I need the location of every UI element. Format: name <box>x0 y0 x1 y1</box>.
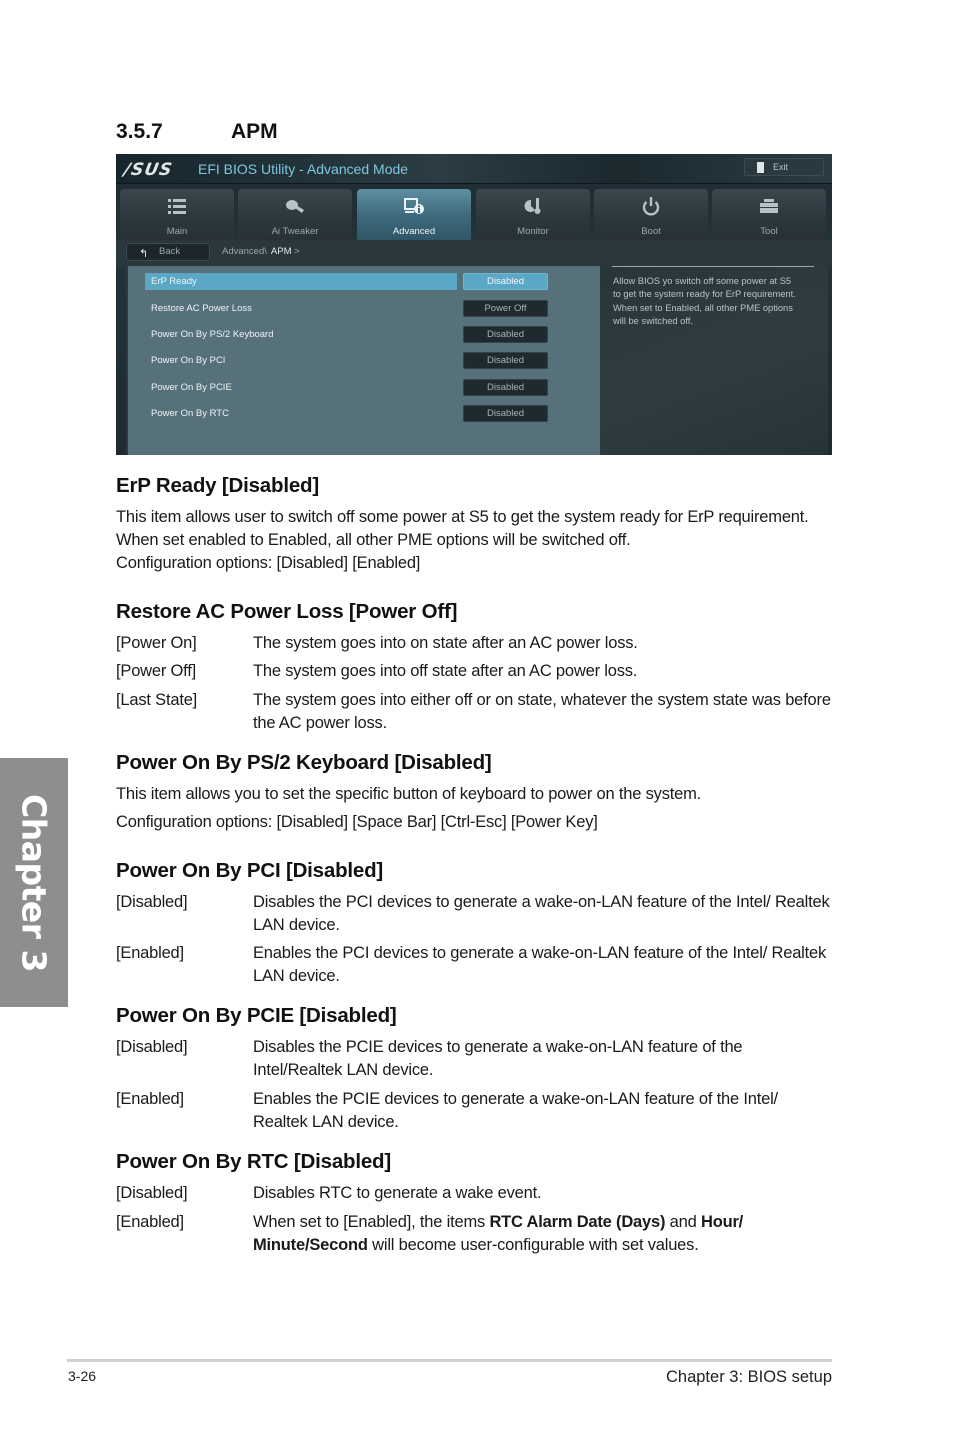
setting-value[interactable]: Disabled <box>463 326 548 343</box>
setting-label: Power On By PCIE <box>151 382 232 393</box>
tab-label: Tool <box>760 226 778 237</box>
exit-button[interactable]: Exit <box>744 158 824 176</box>
tab-advanced[interactable]: Advanced <box>357 189 471 240</box>
back-label: Back <box>159 246 181 257</box>
tab-ai-tweaker[interactable]: Ai Tweaker <box>238 189 352 240</box>
setting-value[interactable]: Disabled <box>463 379 548 396</box>
heading-restore-ac-power-loss: Restore AC Power Loss [Power Off] <box>116 600 458 623</box>
desc-text: When set to [Enabled], the items <box>253 1213 490 1231</box>
exit-label: Exit <box>773 162 789 172</box>
desc-text: will become user-configurable with set v… <box>367 1236 699 1254</box>
section-title: 3.5.7 APM <box>116 120 278 144</box>
settings-panel: ErP Ready Disabled Restore AC Power Loss… <box>126 266 600 455</box>
option-desc: The system goes into off state after an … <box>253 662 638 680</box>
breadcrumb-path[interactable]: Advanced\ <box>222 246 267 257</box>
option-key: [Enabled] <box>116 1213 184 1231</box>
option-key: [Disabled] <box>116 893 188 911</box>
tab-boot[interactable]: Boot <box>594 189 708 240</box>
heading-erp-ready: ErP Ready [Disabled] <box>116 474 319 497</box>
option-key: [Disabled] <box>116 1184 188 1202</box>
option-key: [Power Off] <box>116 662 197 680</box>
tab-label: Monitor <box>517 226 549 237</box>
option-desc: The system goes into either off or on st… <box>253 691 831 732</box>
heading-power-on-pci: Power On By PCI [Disabled] <box>116 859 384 882</box>
chapter-side-tab: Chapter 3 <box>0 758 68 1007</box>
help-text: Allow BIOS yo switch off some power at S… <box>613 276 796 326</box>
section-name: APM <box>231 120 278 143</box>
heading-power-on-rtc: Power On By RTC [Disabled] <box>116 1150 392 1173</box>
option-desc: Enables the PCIE devices to generate a w… <box>253 1090 778 1131</box>
tab-label: Boot <box>641 226 661 237</box>
desc-text: and <box>665 1213 701 1231</box>
power-icon <box>642 197 660 216</box>
back-arrow-icon: ↰ <box>139 248 149 260</box>
section-number: 3.5.7 <box>116 120 163 143</box>
setting-power-on-pcie[interactable]: Power On By PCIE Disabled <box>145 379 591 396</box>
option-key: [Enabled] <box>116 944 184 962</box>
setting-value[interactable]: Disabled <box>463 273 548 290</box>
desc-bold-term: RTC Alarm Date (Days) <box>489 1213 666 1231</box>
footer-divider <box>67 1359 832 1362</box>
setting-label: Power On By PCI <box>151 355 226 366</box>
erp-description: This item allows user to switch off some… <box>116 508 809 549</box>
option-desc: When set to [Enabled], the items RTC Ala… <box>253 1211 833 1257</box>
advanced-info-icon <box>404 198 424 214</box>
tab-monitor[interactable]: Monitor <box>476 189 590 240</box>
tab-main[interactable]: Main <box>120 189 234 240</box>
option-desc: Disables RTC to generate a wake event. <box>253 1184 542 1202</box>
setting-power-on-rtc[interactable]: Power On By RTC Disabled <box>145 405 591 422</box>
setting-label: Power On By PS/2 Keyboard <box>151 329 274 340</box>
tab-label: Advanced <box>392 226 436 237</box>
toolbox-icon <box>760 199 778 213</box>
asus-logo: /SUS <box>122 160 175 180</box>
thermometer-icon <box>524 198 541 214</box>
setting-value[interactable]: Power Off <box>463 300 548 317</box>
setting-power-on-pci[interactable]: Power On By PCI Disabled <box>145 352 591 369</box>
bios-tabs: Main Ai Tweaker Advanced Monitor Boot To… <box>120 189 830 240</box>
setting-restore-ac-power-loss[interactable]: Restore AC Power Loss Power Off <box>145 300 591 317</box>
tab-label: Main <box>166 226 188 237</box>
bios-titlebar: /SUS EFI BIOS Utility - Advanced Mode Ex… <box>116 154 832 184</box>
heading-power-on-ps2-keyboard: Power On By PS/2 Keyboard [Disabled] <box>116 751 492 774</box>
setting-erp-ready[interactable]: ErP Ready Disabled <box>145 273 591 290</box>
option-desc: Enables the PCI devices to generate a wa… <box>253 944 827 985</box>
option-key: [Enabled] <box>116 1090 184 1108</box>
list-icon <box>168 199 186 214</box>
setting-label: Restore AC Power Loss <box>151 303 252 314</box>
help-panel: Allow BIOS yo switch off some power at S… <box>600 266 828 455</box>
breadcrumb-arrow: > <box>294 246 300 257</box>
page-number: 3-26 <box>68 1368 97 1384</box>
ps2-config-options: Configuration options: [Disabled] [Space… <box>116 813 598 831</box>
bios-screenshot: /SUS EFI BIOS Utility - Advanced Mode Ex… <box>116 154 832 455</box>
back-button[interactable]: ↰ Back <box>126 243 210 261</box>
help-divider <box>612 266 814 267</box>
tweaker-icon <box>286 200 304 213</box>
option-key: [Power On] <box>116 634 197 652</box>
footer-chapter-title: Chapter 3: BIOS setup <box>665 1368 832 1386</box>
option-key: [Last State] <box>116 691 198 709</box>
exit-door-icon <box>757 162 764 173</box>
erp-config-options: Configuration options: [Disabled] [Enabl… <box>116 554 421 572</box>
chapter-tab-label: Chapter 3 <box>14 793 54 972</box>
ps2-description: This item allows you to set the specific… <box>116 785 702 803</box>
setting-label: Power On By RTC <box>151 408 229 419</box>
bios-title: EFI BIOS Utility - Advanced Mode <box>198 161 409 177</box>
tab-label: Ai Tweaker <box>271 226 319 237</box>
breadcrumb-bar: ↰ Back Advanced\ APM > <box>116 240 832 266</box>
heading-power-on-pcie: Power On By PCIE [Disabled] <box>116 1004 397 1027</box>
tab-tool[interactable]: Tool <box>712 189 826 240</box>
option-desc: Disables the PCI devices to generate a w… <box>253 893 830 934</box>
breadcrumb-current: APM <box>270 246 292 257</box>
setting-power-on-ps2-keyboard[interactable]: Power On By PS/2 Keyboard Disabled <box>145 326 591 343</box>
setting-value[interactable]: Disabled <box>463 405 548 422</box>
option-key: [Disabled] <box>116 1038 188 1056</box>
option-desc: The system goes into on state after an A… <box>253 634 638 652</box>
setting-value[interactable]: Disabled <box>463 352 548 369</box>
setting-label: ErP Ready <box>151 276 197 287</box>
breadcrumb: Advanced\ APM > <box>222 246 300 257</box>
option-desc: Disables the PCIE devices to generate a … <box>253 1038 743 1079</box>
